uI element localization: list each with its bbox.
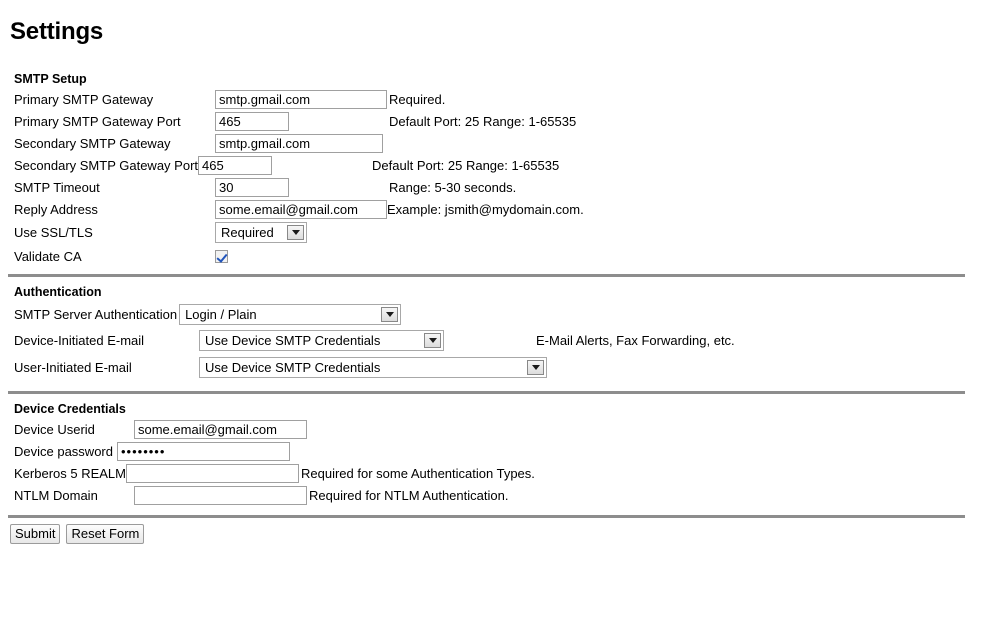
row-device-userid: Device Userid [4,418,999,440]
label-device-password: Device password [14,443,113,459]
label-device-initiated-email: Device-Initiated E-mail [14,333,145,348]
help-reply-address: Example: jsmith@mydomain.com. [387,201,584,217]
input-primary-smtp-gateway[interactable] [215,89,387,109]
help-device-initiated-email: E-Mail Alerts, Fax Forwarding, etc. [536,333,735,348]
input-secondary-smtp-gateway-port[interactable] [198,155,273,175]
row-ntlm-domain: NTLM Domain Required for NTLM Authentica… [4,484,999,506]
row-smtp-server-authentication: SMTP Server Authentication Login / Plain [4,301,999,327]
section-authentication: Authentication SMTP Server Authenticatio… [4,285,999,381]
help-smtp-timeout: Range: 5-30 seconds. [389,179,517,195]
section-heading-smtp: SMTP Setup [14,72,87,86]
select-smtp-server-authentication-value: Login / Plain [180,304,382,324]
input-reply-address[interactable] [215,199,387,219]
row-device-initiated-email: Device-Initiated E-mail Use Device SMTP … [4,327,999,354]
label-validate-ca: Validate CA [14,248,82,264]
section-device-credentials: Device Credentials Device Userid Device … [4,402,999,506]
input-device-password[interactable] [117,441,290,461]
select-use-ssl-tls[interactable]: Required [215,222,307,243]
help-primary-smtp-gateway-port: Default Port: 25 Range: 1-65535 [389,113,577,129]
chevron-down-icon[interactable] [287,225,304,240]
chevron-down-icon[interactable] [424,333,441,348]
help-kerberos-realm: Required for some Authentication Types. [301,465,535,481]
label-secondary-smtp-gateway: Secondary SMTP Gateway [14,135,171,151]
divider-credentials-buttons [8,515,965,518]
checkbox-validate-ca[interactable] [215,249,228,263]
input-ntlm-domain[interactable] [134,485,307,505]
label-kerberos-realm: Kerberos 5 REALM [14,465,126,481]
input-secondary-smtp-gateway[interactable] [215,133,383,153]
submit-button[interactable]: Submit [10,524,61,544]
label-device-userid: Device Userid [14,421,95,437]
divider-authentication-credentials [8,391,965,394]
label-primary-smtp-gateway-port: Primary SMTP Gateway Port [14,113,181,129]
row-validate-ca: Validate CA [4,245,999,267]
select-device-initiated-email[interactable]: Use Device SMTP Credentials [199,330,444,351]
reset-form-button[interactable]: Reset Form [66,524,145,544]
chevron-down-icon[interactable] [527,360,544,375]
divider-smtp-authentication [8,274,965,277]
help-ntlm-domain: Required for NTLM Authentication. [309,487,509,503]
row-user-initiated-email: User-Initiated E-mail Use Device SMTP Cr… [4,354,999,381]
input-kerberos-realm[interactable] [126,463,299,483]
input-primary-smtp-gateway-port[interactable] [215,111,289,131]
label-smtp-server-authentication: SMTP Server Authentication [14,306,178,322]
label-use-ssl-tls: Use SSL/TLS [14,225,93,240]
select-use-ssl-tls-value: Required [216,223,287,242]
form-button-bar: Submit Reset Form [10,524,999,544]
row-secondary-smtp-gateway-port: Secondary SMTP Gateway Port Default Port… [4,154,999,176]
label-reply-address: Reply Address [14,201,98,217]
label-user-initiated-email: User-Initiated E-mail [14,360,132,375]
input-smtp-timeout[interactable] [215,177,289,197]
help-secondary-smtp-gateway-port: Default Port: 25 Range: 1-65535 [372,157,560,173]
row-kerberos-realm: Kerberos 5 REALM Required for some Authe… [4,462,999,484]
chevron-down-icon[interactable] [381,306,399,322]
select-device-initiated-email-value: Use Device SMTP Credentials [200,331,424,350]
settings-page: Settings SMTP Setup Primary SMTP Gateway… [0,18,999,544]
row-reply-address: Reply Address Example: jsmith@mydomain.c… [4,198,999,220]
label-primary-smtp-gateway: Primary SMTP Gateway [14,91,154,107]
input-device-userid[interactable] [134,419,307,439]
section-smtp-setup: SMTP Setup Primary SMTP Gateway Required… [4,72,999,267]
row-use-ssl-tls: Use SSL/TLS Required [4,220,999,245]
select-user-initiated-email[interactable]: Use Device SMTP Credentials [199,357,547,378]
select-user-initiated-email-value: Use Device SMTP Credentials [200,358,527,377]
row-primary-smtp-gateway: Primary SMTP Gateway Required. [4,88,999,110]
row-smtp-timeout: SMTP Timeout Range: 5-30 seconds. [4,176,999,198]
label-secondary-smtp-gateway-port: Secondary SMTP Gateway Port [14,157,199,173]
label-smtp-timeout: SMTP Timeout [14,179,100,195]
label-ntlm-domain: NTLM Domain [14,487,98,503]
help-primary-smtp-gateway: Required. [389,91,446,107]
section-heading-authentication: Authentication [14,285,102,299]
page-title: Settings [10,18,104,45]
section-heading-device-credentials: Device Credentials [14,402,126,416]
row-device-password: Device password [4,440,999,462]
select-smtp-server-authentication[interactable]: Login / Plain [179,303,402,325]
row-secondary-smtp-gateway: Secondary SMTP Gateway [4,132,999,154]
row-primary-smtp-gateway-port: Primary SMTP Gateway Port Default Port: … [4,110,999,132]
